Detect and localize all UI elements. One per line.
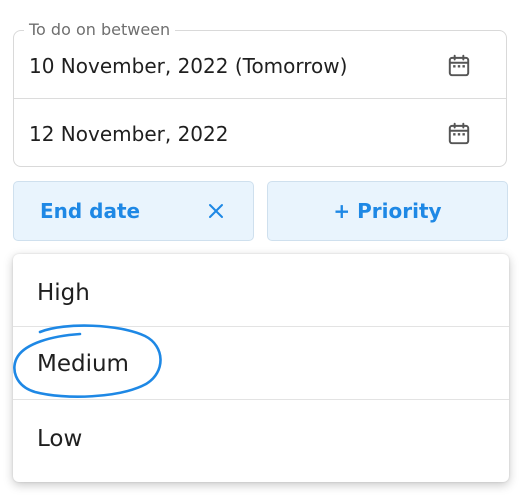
date-range-group: To do on between 10 November, 2022 (Tomo… — [13, 20, 507, 167]
priority-option-high[interactable]: High — [13, 254, 509, 327]
priority-option-label: Medium — [37, 351, 129, 377]
end-date-value: 12 November, 2022 — [29, 122, 229, 146]
priority-option-low[interactable]: Low — [13, 400, 509, 473]
priority-dropdown: High Medium Low — [13, 254, 509, 482]
add-priority-label: + Priority — [333, 199, 442, 223]
end-date-field[interactable]: 12 November, 2022 — [14, 99, 506, 167]
priority-option-label: Low — [37, 426, 83, 452]
calendar-icon[interactable] — [446, 121, 472, 147]
close-icon[interactable] — [207, 202, 225, 220]
add-priority-button[interactable]: + Priority — [267, 181, 508, 241]
priority-option-label: High — [37, 280, 90, 306]
calendar-icon[interactable] — [446, 53, 472, 79]
end-date-chip[interactable]: End date — [13, 181, 254, 241]
start-date-field[interactable]: 10 November, 2022 (Tomorrow) — [14, 31, 506, 99]
priority-option-medium[interactable]: Medium — [13, 327, 509, 400]
start-date-value: 10 November, 2022 (Tomorrow) — [29, 54, 348, 78]
end-date-chip-label: End date — [40, 199, 141, 223]
